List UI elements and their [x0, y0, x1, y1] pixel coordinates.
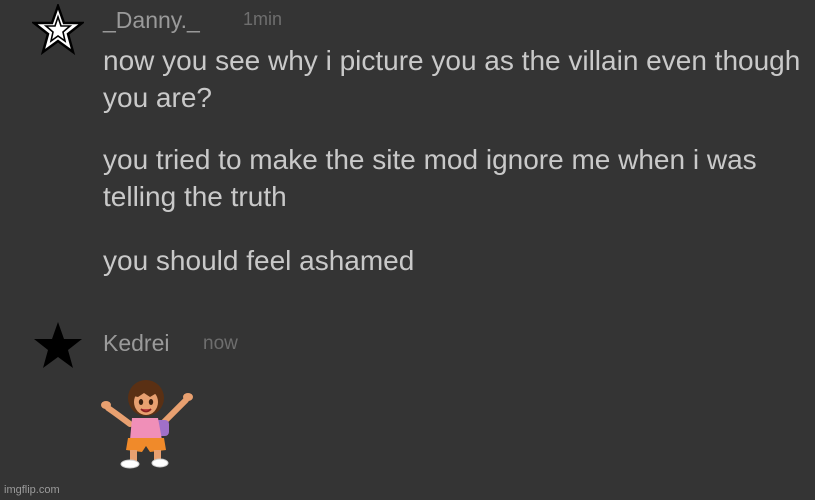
timestamp-kedrei: now	[203, 333, 238, 354]
message-paragraph: now you see why i picture you as the vil…	[103, 45, 801, 113]
user-avatar-kedrei[interactable]	[32, 320, 84, 372]
username-kedrei[interactable]: Kedrei	[103, 330, 169, 357]
outline-star-icon	[32, 4, 84, 56]
imgflip-watermark: imgflip.com	[4, 484, 60, 496]
timestamp-danny: 1min	[243, 9, 283, 29]
message-paragraph: you tried to make the site mod ignore me…	[103, 144, 757, 212]
user-avatar-danny[interactable]	[32, 4, 84, 56]
message-paragraph: you should feel ashamed	[103, 245, 415, 276]
solid-star-icon	[34, 322, 82, 368]
username-danny[interactable]: _Danny._	[103, 7, 200, 34]
dora-sticker	[100, 378, 195, 470]
